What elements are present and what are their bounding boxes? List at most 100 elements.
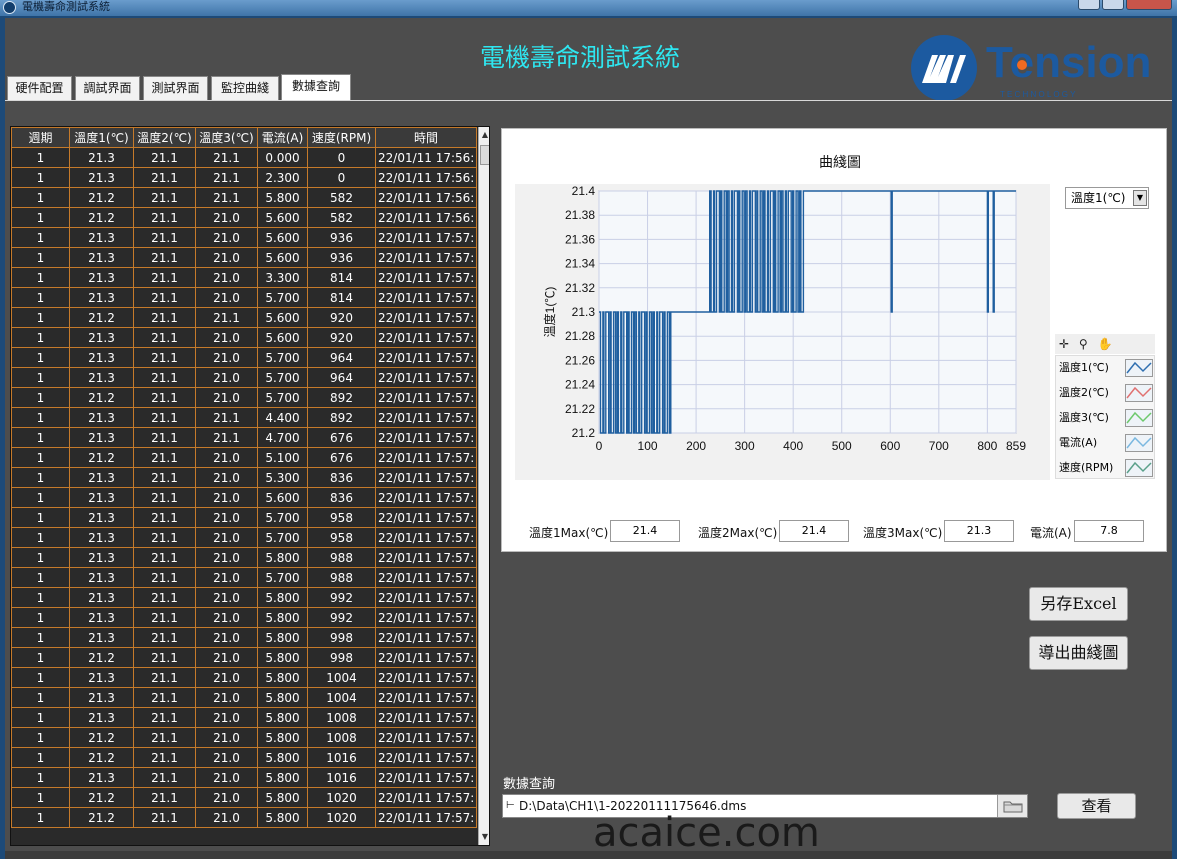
table-row[interactable]: 1 21.3 21.1 21.0 5.700 988 22/01/11 17:57: <box>11 567 477 588</box>
table-header-cell[interactable]: 時間 <box>375 127 477 148</box>
view-button[interactable]: 查看 <box>1057 793 1136 819</box>
table-row[interactable]: 1 21.3 21.1 21.0 5.600 936 22/01/11 17:57: <box>11 227 477 248</box>
table-row[interactable]: 1 21.2 21.1 21.0 5.100 676 22/01/11 17:57: <box>11 447 477 468</box>
table-cell: 1 <box>11 207 70 228</box>
plot-line-icon <box>1125 434 1153 452</box>
table-row[interactable]: 1 21.3 21.1 21.0 3.300 814 22/01/11 17:57: <box>11 267 477 288</box>
y-tick-label: 21.34 <box>565 257 595 271</box>
table-cell: 1 <box>11 767 70 788</box>
table-row[interactable]: 1 21.3 21.1 21.0 5.700 958 22/01/11 17:57: <box>11 527 477 548</box>
table-row[interactable]: 1 21.3 21.1 21.0 5.800 992 22/01/11 17:57: <box>11 587 477 608</box>
chevron-down-icon[interactable]: ▼ <box>1133 190 1147 206</box>
cursor-icon[interactable]: ✛ <box>1059 337 1069 351</box>
table-cell: 21.0 <box>195 287 258 308</box>
table-header-cell[interactable]: 速度(RPM) <box>307 127 376 148</box>
table-row[interactable]: 1 21.3 21.1 21.0 5.700 964 22/01/11 17:57: <box>11 367 477 388</box>
table-row[interactable]: 1 21.3 21.1 21.1 2.300 0 22/01/11 17:56: <box>11 167 477 188</box>
tab-data-query[interactable]: 數據查詢 <box>281 74 351 101</box>
table-header-cell[interactable]: 溫度2(℃) <box>133 127 196 148</box>
export-chart-button[interactable]: 導出曲綫圖 <box>1029 636 1128 670</box>
tab-hardware-config[interactable]: 硬件配置 <box>7 76 72 100</box>
maximize-button[interactable] <box>1102 0 1124 10</box>
table-row[interactable]: 1 21.3 21.1 21.1 4.400 892 22/01/11 17:57: <box>11 407 477 428</box>
watermark-text: acaice.com <box>593 810 820 856</box>
legend-item[interactable]: 速度(RPM) <box>1056 456 1156 480</box>
table-row[interactable]: 1 21.3 21.1 21.0 5.600 936 22/01/11 17:57: <box>11 247 477 268</box>
table-row[interactable]: 1 21.2 21.1 21.0 5.700 892 22/01/11 17:57: <box>11 387 477 408</box>
zoom-icon[interactable]: ⚲ <box>1079 337 1088 351</box>
table-cell: 21.3 <box>69 507 134 528</box>
table-header-cell[interactable]: 週期 <box>11 127 70 148</box>
table-row[interactable]: 1 21.3 21.1 21.0 5.800 1016 22/01/11 17:57: <box>11 767 477 788</box>
table-cell: 21.3 <box>69 267 134 288</box>
tab-debug[interactable]: 調試界面 <box>75 76 140 100</box>
close-button[interactable] <box>1126 0 1172 10</box>
graph-tools: ✛ ⚲ ✋ <box>1055 334 1155 354</box>
status-strip <box>5 851 1172 859</box>
pan-icon[interactable]: ✋ <box>1098 337 1113 351</box>
table-row[interactable]: 1 21.2 21.1 21.0 5.800 1016 22/01/11 17:57: <box>11 747 477 768</box>
table-header-cell[interactable]: 電流(A) <box>257 127 308 148</box>
table-cell: 1 <box>11 527 70 548</box>
save-excel-button[interactable]: 另存Excel <box>1029 587 1128 621</box>
table-cell: 21.1 <box>133 727 196 748</box>
y-tick-label: 21.3 <box>572 305 596 319</box>
table-row[interactable]: 1 21.3 21.1 21.0 5.700 964 22/01/11 17:57: <box>11 347 477 368</box>
table-header-cell[interactable]: 溫度3(℃) <box>195 127 258 148</box>
temp3-max-value: 21.3 <box>944 520 1014 542</box>
table-row[interactable]: 1 21.3 21.1 21.0 5.800 998 22/01/11 17:57: <box>11 627 477 648</box>
table-cell: 814 <box>307 287 376 308</box>
table-row[interactable]: 1 21.3 21.1 21.0 5.300 836 22/01/11 17:57: <box>11 467 477 488</box>
table-row[interactable]: 1 21.3 21.1 21.0 5.800 1004 22/01/11 17:57: <box>11 687 477 708</box>
table-row[interactable]: 1 21.3 21.1 21.0 5.700 958 22/01/11 17:57: <box>11 507 477 528</box>
browse-folder-button[interactable] <box>997 795 1027 817</box>
x-tick-label: 200 <box>686 439 706 453</box>
table-row[interactable]: 1 21.3 21.1 21.0 5.600 836 22/01/11 17:57: <box>11 487 477 508</box>
table-row[interactable]: 1 21.2 21.1 21.0 5.600 582 22/01/11 17:56: <box>11 207 477 228</box>
table-cell: 22/01/11 17:57: <box>375 767 477 788</box>
tab-test[interactable]: 測試界面 <box>143 76 208 100</box>
tab-monitor-curve[interactable]: 監控曲綫 <box>211 76 279 100</box>
table-row[interactable]: 1 21.3 21.1 21.0 5.700 814 22/01/11 17:57: <box>11 287 477 308</box>
y-tick-label: 21.22 <box>565 402 595 416</box>
table-row[interactable]: 1 21.2 21.1 21.0 5.800 1008 22/01/11 17:57: <box>11 727 477 748</box>
y-axis-label: 溫度1(℃) <box>542 287 557 338</box>
legend-item[interactable]: 溫度3(℃) <box>1056 406 1156 430</box>
table-scrollbar[interactable]: ▲ ▼ <box>478 127 489 845</box>
table-row[interactable]: 1 21.3 21.1 21.0 5.800 1008 22/01/11 17:57: <box>11 707 477 728</box>
table-row[interactable]: 1 21.3 21.1 21.1 4.700 676 22/01/11 17:57: <box>11 427 477 448</box>
legend-item[interactable]: 溫度2(℃) <box>1056 381 1156 405</box>
legend-item[interactable]: 電流(A) <box>1056 431 1156 455</box>
table-row[interactable]: 1 21.3 21.1 21.0 5.800 988 22/01/11 17:57: <box>11 547 477 568</box>
table-row[interactable]: 1 21.3 21.1 21.1 0.000 0 22/01/11 17:56: <box>11 147 477 168</box>
table-row[interactable]: 1 21.3 21.1 21.0 5.800 992 22/01/11 17:57: <box>11 607 477 628</box>
legend-item[interactable]: 溫度1(℃) <box>1056 356 1156 380</box>
scroll-down-icon[interactable]: ▼ <box>480 831 489 843</box>
y-tick-label: 21.28 <box>565 329 595 343</box>
table-row[interactable]: 1 21.2 21.1 21.0 5.800 998 22/01/11 17:57: <box>11 647 477 668</box>
app-window: 電機壽命測試系統 Tension T E C H N O L O G Y 硬件配… <box>5 18 1172 859</box>
data-query-label: 數據查詢 <box>503 777 556 792</box>
table-header-cell[interactable]: 溫度1(℃) <box>69 127 134 148</box>
scroll-up-icon[interactable]: ▲ <box>480 129 489 141</box>
table-cell: 21.0 <box>195 507 258 528</box>
temp2-max-label: 溫度2Max(℃) <box>698 526 778 540</box>
table-cell: 22/01/11 17:57: <box>375 467 477 488</box>
table-row[interactable]: 1 21.2 21.1 21.1 5.600 920 22/01/11 17:57: <box>11 307 477 328</box>
table-cell: 988 <box>307 547 376 568</box>
minimize-button[interactable] <box>1078 0 1100 10</box>
scroll-thumb[interactable] <box>480 145 489 165</box>
table-cell: 5.600 <box>257 247 308 268</box>
table-row[interactable]: 1 21.2 21.1 21.1 5.800 582 22/01/11 17:56: <box>11 187 477 208</box>
table-row[interactable]: 1 21.3 21.1 21.0 5.800 1004 22/01/11 17:57: <box>11 667 477 688</box>
table-row[interactable]: 1 21.3 21.1 21.0 5.600 920 22/01/11 17:57: <box>11 327 477 348</box>
table-cell: 1 <box>11 227 70 248</box>
table-cell: 2.300 <box>257 167 308 188</box>
table-cell: 5.800 <box>257 727 308 748</box>
table-cell: 21.3 <box>69 407 134 428</box>
table-cell: 5.800 <box>257 707 308 728</box>
table-row[interactable]: 1 21.2 21.1 21.0 5.800 1020 22/01/11 17:57: <box>11 787 477 808</box>
data-table-container[interactable]: 週期 溫度1(℃) 溫度2(℃) 溫度3(℃) 電流(A) 速度(RPM) 時間 1 21.3… <box>10 126 490 846</box>
table-row[interactable]: 1 21.2 21.1 21.0 5.800 1020 22/01/11 17:57: <box>11 807 477 828</box>
channel-select[interactable]: 溫度1(℃) ▼ <box>1065 187 1149 209</box>
